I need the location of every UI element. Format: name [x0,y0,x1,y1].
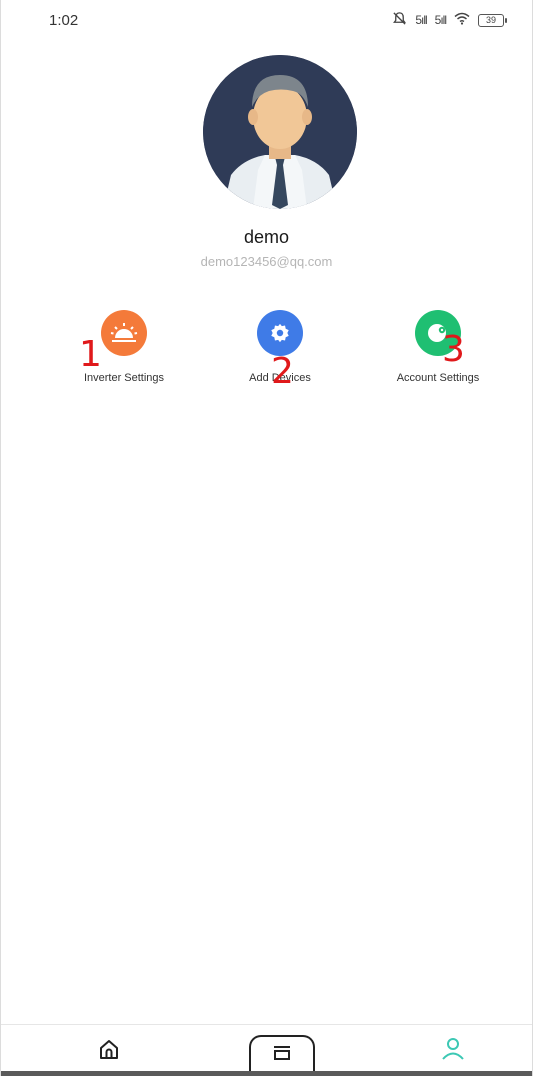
home-indicator [1,1071,532,1076]
home-icon [97,1037,121,1066]
status-icons: 5ıll 5ıll 39 [392,11,507,29]
signal-icon: 5ıll [415,13,427,27]
gear-icon [257,310,303,356]
inverter-settings-button[interactable]: Inverter Settings [44,310,204,400]
nav-profile[interactable] [435,1035,471,1067]
mute-icon [392,11,407,29]
user-email: demo123456@qq.com [200,254,333,269]
device-icon [271,1044,293,1067]
annotation-number: 3 [442,329,465,370]
sunrise-icon [101,310,147,356]
user-icon [440,1036,466,1067]
status-bar: 1:02 5ıll 5ıll 39 [1,0,532,44]
account-settings-button[interactable]: Account Settings [358,310,518,400]
bottom-nav [1,1024,532,1076]
username: demo [243,227,290,247]
nav-home[interactable] [91,1035,127,1067]
annotation-number: 2 [271,351,294,392]
nav-devices[interactable] [249,1035,315,1073]
shortcut-label: Account Settings [396,372,480,384]
status-time: 1:02 [49,12,79,29]
avatar[interactable] [203,55,357,209]
wifi-icon [454,12,470,28]
signal-icon: 5ıll [434,13,447,27]
profile-screen: 1:02 5ıll 5ıll 39 demo demo123456@qq.com… [0,0,533,1076]
annotation-number: 1 [79,334,102,375]
battery-icon: 39 [478,13,507,27]
